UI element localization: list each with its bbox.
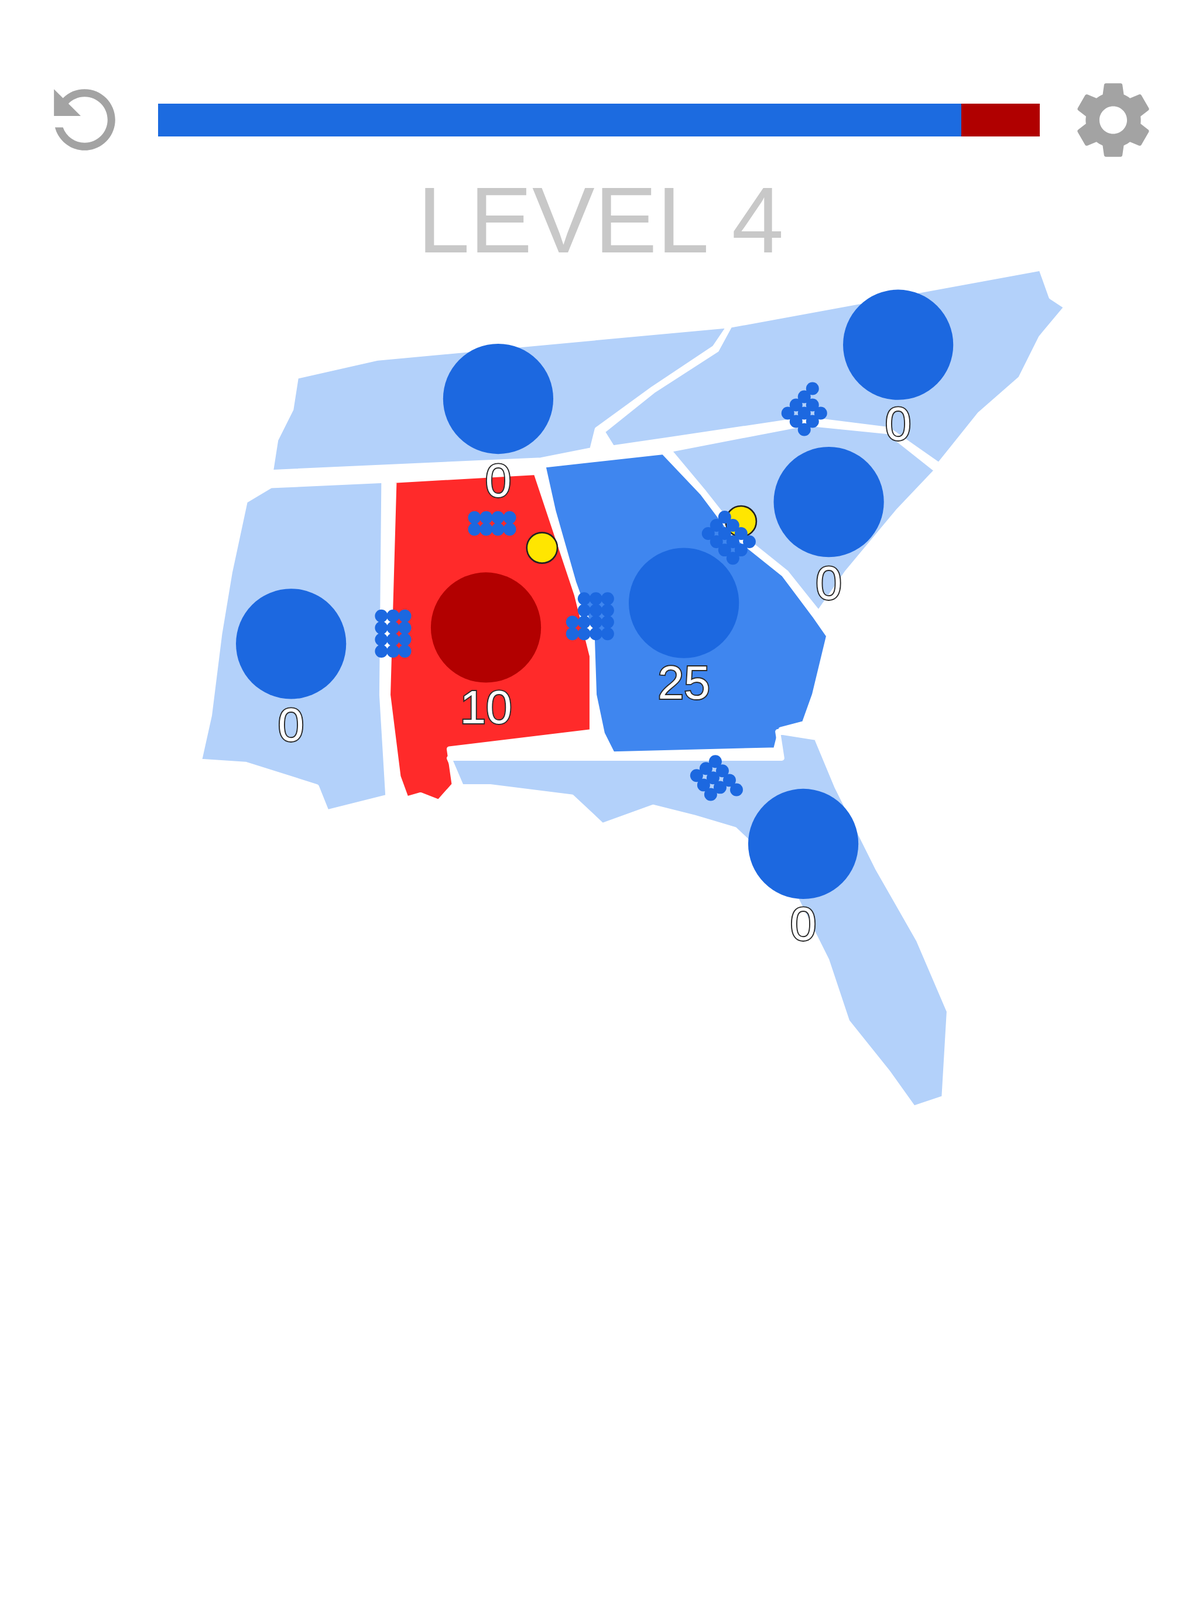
troop-dot <box>577 627 591 640</box>
troop-dot <box>577 591 591 605</box>
restart-button[interactable] <box>38 73 131 166</box>
army-stream <box>374 609 411 658</box>
troop-dot <box>589 591 603 605</box>
base[interactable] <box>773 446 885 557</box>
army-stream <box>467 511 516 536</box>
troop-count: 0 <box>815 556 842 609</box>
troop-dot <box>479 511 493 524</box>
troop-count: 0 <box>485 453 512 507</box>
player-progress-fill <box>158 103 962 137</box>
base[interactable] <box>843 289 954 400</box>
troop-dot <box>577 603 591 617</box>
army-stream <box>701 510 756 565</box>
troop-dot <box>374 632 388 646</box>
bonus-dot[interactable] <box>526 532 558 563</box>
troop-dot <box>730 782 743 796</box>
troop-dot <box>386 609 400 623</box>
state-region[interactable] <box>388 472 593 803</box>
troop-dot <box>491 522 505 536</box>
troop-dot <box>386 644 400 658</box>
troop-dot <box>398 621 411 635</box>
troop-dot <box>374 644 388 658</box>
troop-dot <box>374 621 388 635</box>
base[interactable] <box>628 547 739 659</box>
troop-dot <box>589 615 603 629</box>
troop-dot <box>601 627 615 640</box>
territory-progress-bar <box>158 103 1040 137</box>
state-region[interactable] <box>199 480 388 812</box>
troop-count: 10 <box>459 680 512 733</box>
troop-dot <box>806 381 820 395</box>
enemy-progress-fill <box>961 103 1040 137</box>
troop-dot <box>742 535 756 548</box>
troop-dot <box>601 615 615 629</box>
base[interactable] <box>748 788 859 899</box>
army-stream <box>781 381 828 436</box>
troop-dot <box>479 522 493 536</box>
gear-icon[interactable] <box>1067 70 1160 170</box>
level-title: LEVEL 4 <box>0 176 1199 265</box>
troop-dot <box>589 627 603 640</box>
troop-dot <box>589 603 603 617</box>
troop-count: 0 <box>278 697 305 751</box>
game-screen: LEVEL 4 0 0 0 25 10 0 0 <box>0 0 1199 1600</box>
top-bar <box>0 0 1199 166</box>
troop-dot <box>491 511 505 524</box>
army-stream <box>566 591 615 640</box>
troop-dot <box>566 627 580 640</box>
troop-dot <box>398 609 411 623</box>
troop-dot <box>467 511 481 524</box>
map: 0 0 0 25 10 0 0 <box>183 264 1082 1122</box>
troop-dot <box>704 787 718 801</box>
settings-button[interactable] <box>1067 73 1160 166</box>
army-stream <box>690 754 743 801</box>
state-region[interactable] <box>449 731 950 1108</box>
troop-dot <box>386 621 400 635</box>
troop-dot <box>601 591 615 605</box>
troop-dot <box>814 406 828 420</box>
troop-dot <box>374 609 388 623</box>
troop-dot <box>601 603 615 617</box>
troop-dot <box>577 615 591 629</box>
restart-icon[interactable] <box>38 73 131 166</box>
base[interactable] <box>443 343 554 454</box>
troop-dot <box>503 522 517 536</box>
troop-dot <box>398 632 411 646</box>
troop-dot <box>503 511 517 524</box>
base[interactable] <box>235 588 347 699</box>
troop-dot <box>398 644 411 658</box>
troop-dot <box>467 522 481 536</box>
troop-count: 0 <box>885 396 912 450</box>
troop-count: 25 <box>658 655 711 709</box>
troop-count: 0 <box>790 896 817 950</box>
troop-dot <box>386 632 400 646</box>
troop-dot <box>566 615 580 629</box>
base[interactable] <box>430 571 541 683</box>
